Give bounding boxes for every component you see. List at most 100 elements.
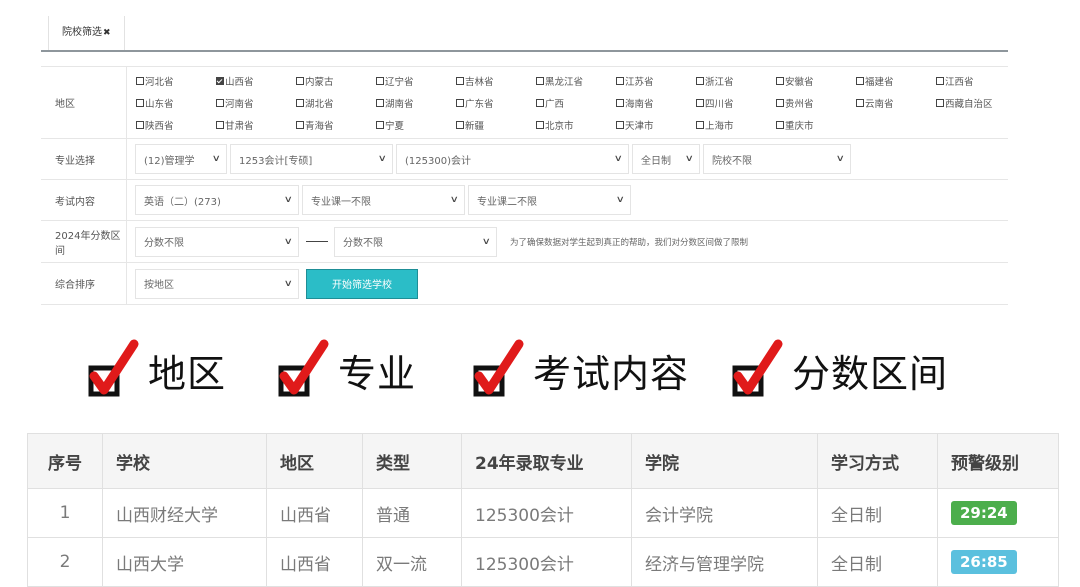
region-name: 浙江省	[705, 77, 734, 88]
cell-school: 山西大学	[102, 537, 267, 587]
checkbox-icon[interactable]	[376, 121, 384, 129]
region-checkbox[interactable]: 河南省	[216, 92, 296, 114]
study-mode-select[interactable]: 全日制 ∨	[632, 144, 700, 174]
checkbox-icon[interactable]	[456, 77, 464, 85]
region-checkbox[interactable]: 浙江省	[696, 70, 776, 92]
region-checkbox[interactable]: 河北省	[136, 70, 216, 92]
close-icon[interactable]: ✖	[103, 28, 111, 38]
column-header[interactable]: 学院	[631, 433, 818, 489]
checkbox-icon[interactable]	[456, 99, 464, 107]
region-checkbox[interactable]: 北京市	[536, 114, 616, 136]
region-checkbox[interactable]: 重庆市	[776, 114, 856, 136]
chevron-down-icon: ∨	[284, 278, 294, 289]
checkbox-icon[interactable]	[136, 121, 144, 129]
region-checkbox[interactable]: 辽宁省	[376, 70, 456, 92]
region-checkbox[interactable]: 陕西省	[136, 114, 216, 136]
checkbox-icon[interactable]	[136, 99, 144, 107]
region-checkbox-grid: 河北省 山西省 内蒙古 辽宁省 吉林省 黑龙江省 江苏省 浙江省 安徽省 福建省 江西省山东省 河南省…	[136, 70, 1016, 136]
region-checkbox[interactable]: 福建省	[856, 70, 936, 92]
region-checkbox[interactable]: 湖北省	[296, 92, 376, 114]
score-from-select[interactable]: 分数不限 ∨	[135, 226, 299, 257]
checkbox-checked-icon[interactable]	[216, 77, 224, 85]
region-checkbox[interactable]: 天津市	[616, 114, 696, 136]
region-checkbox[interactable]: 甘肃省	[216, 114, 296, 136]
region-checkbox[interactable]: 内蒙古	[296, 70, 376, 92]
region-checkbox[interactable]: 江苏省	[616, 70, 696, 92]
subject-select[interactable]: 1253会计[专硕] ∨	[230, 144, 393, 174]
start-filter-button[interactable]: 开始筛选学校	[306, 268, 418, 299]
checkbox-icon[interactable]	[376, 99, 384, 107]
region-name: 宁夏	[385, 121, 405, 132]
table-row[interactable]: 2 山西大学 山西省 双一流 125300会计 经济与管理学院 全日制 26:85	[27, 537, 1059, 587]
column-header[interactable]: 类型	[362, 433, 462, 489]
region-name: 新疆	[465, 121, 485, 132]
checkbox-icon[interactable]	[296, 99, 304, 107]
region-name: 贵州省	[785, 99, 814, 110]
checkbox-icon[interactable]	[216, 99, 224, 107]
checkbox-icon[interactable]	[696, 77, 704, 85]
checkbox-icon[interactable]	[856, 99, 864, 107]
checkbox-icon[interactable]	[456, 121, 464, 129]
column-header[interactable]: 序号	[27, 433, 103, 489]
course1-select[interactable]: 专业课一不限 ∨	[302, 185, 465, 215]
region-checkbox[interactable]: 安徽省	[776, 70, 856, 92]
cell-type: 双一流	[362, 537, 462, 587]
checkbox-icon[interactable]	[536, 77, 544, 85]
column-header[interactable]: 学习方式	[817, 433, 938, 489]
region-checkbox[interactable]: 广西	[536, 92, 616, 114]
column-header[interactable]: 学校	[102, 433, 267, 489]
region-checkbox[interactable]: 贵州省	[776, 92, 856, 114]
direction-select[interactable]: (125300)会计 ∨	[396, 144, 629, 174]
checkbox-icon[interactable]	[296, 121, 304, 129]
checkbox-icon[interactable]	[776, 99, 784, 107]
checkbox-icon[interactable]	[216, 121, 224, 129]
tab-school-filter[interactable]: 院校筛选✖	[48, 16, 125, 50]
red-check-icon	[88, 339, 139, 397]
region-checkbox[interactable]: 吉林省	[456, 70, 536, 92]
region-name: 江苏省	[625, 77, 654, 88]
score-to-select[interactable]: 分数不限 ∨	[334, 226, 497, 257]
column-header[interactable]: 预警级别	[937, 433, 1059, 489]
region-checkbox[interactable]: 云南省	[856, 92, 936, 114]
checkbox-icon[interactable]	[776, 77, 784, 85]
region-checkbox[interactable]: 宁夏	[376, 114, 456, 136]
chevron-down-icon: ∨	[836, 154, 846, 164]
region-checkbox[interactable]: 江西省	[936, 70, 1016, 92]
region-checkbox[interactable]: 山西省	[216, 70, 296, 92]
sort-select[interactable]: 按地区 ∨	[135, 268, 299, 299]
school-select[interactable]: 院校不限 ∨	[703, 144, 851, 174]
column-header[interactable]: 地区	[266, 433, 363, 489]
category-select[interactable]: (12)管理学 ∨	[135, 144, 227, 174]
cell-major: 125300会计	[461, 537, 632, 587]
region-checkbox[interactable]: 海南省	[616, 92, 696, 114]
column-header[interactable]: 24年录取专业	[461, 433, 632, 489]
region-checkbox[interactable]: 湖南省	[376, 92, 456, 114]
region-checkbox[interactable]: 西藏自治区	[936, 92, 1016, 114]
region-checkbox[interactable]: 新疆	[456, 114, 536, 136]
checkbox-icon[interactable]	[696, 99, 704, 107]
english-select[interactable]: 英语（二）(273) ∨	[135, 185, 299, 215]
region-checkbox[interactable]: 黑龙江省	[536, 70, 616, 92]
course2-select[interactable]: 专业课二不限 ∨	[468, 185, 631, 215]
checkbox-icon[interactable]	[376, 77, 384, 85]
region-checkbox[interactable]: 青海省	[296, 114, 376, 136]
checkbox-icon[interactable]	[536, 121, 544, 129]
checkbox-icon[interactable]	[616, 77, 624, 85]
checkbox-icon[interactable]	[936, 99, 944, 107]
checkbox-icon[interactable]	[696, 121, 704, 129]
region-checkbox[interactable]: 上海市	[696, 114, 776, 136]
checkbox-icon[interactable]	[536, 99, 544, 107]
chevron-down-icon: ∨	[284, 236, 294, 247]
checkbox-icon[interactable]	[616, 121, 624, 129]
region-checkbox[interactable]: 山东省	[136, 92, 216, 114]
checkbox-icon[interactable]	[856, 77, 864, 85]
checkbox-icon[interactable]	[136, 77, 144, 85]
region-name: 辽宁省	[385, 77, 414, 88]
checkbox-icon[interactable]	[616, 99, 624, 107]
checkbox-icon[interactable]	[936, 77, 944, 85]
checkbox-icon[interactable]	[776, 121, 784, 129]
table-row[interactable]: 1 山西财经大学 山西省 普通 125300会计 会计学院 全日制 29:24	[27, 488, 1059, 538]
checkbox-icon[interactable]	[296, 77, 304, 85]
region-checkbox[interactable]: 四川省	[696, 92, 776, 114]
region-checkbox[interactable]: 广东省	[456, 92, 536, 114]
